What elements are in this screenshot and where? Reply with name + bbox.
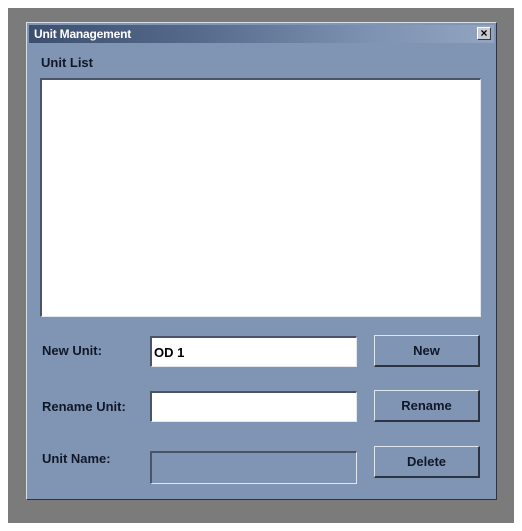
new-unit-input[interactable]: [150, 336, 357, 367]
unit-management-dialog: Unit Management × Unit List New Unit: Ne…: [26, 22, 497, 500]
unit-name-field: [150, 451, 357, 484]
rename-unit-label: Rename Unit:: [42, 399, 126, 414]
close-button[interactable]: ×: [477, 27, 491, 40]
unit-name-label: Unit Name:: [42, 451, 111, 466]
unit-list-label: Unit List: [41, 55, 93, 70]
titlebar[interactable]: Unit Management ×: [29, 25, 494, 43]
close-icon: ×: [480, 26, 488, 40]
new-unit-label: New Unit:: [42, 343, 102, 358]
window-title: Unit Management: [34, 27, 132, 41]
unit-list[interactable]: [40, 78, 481, 317]
delete-button[interactable]: Delete: [374, 446, 480, 478]
rename-button[interactable]: Rename: [374, 390, 480, 422]
new-button[interactable]: New: [374, 335, 480, 367]
rename-unit-input[interactable]: [150, 391, 357, 422]
